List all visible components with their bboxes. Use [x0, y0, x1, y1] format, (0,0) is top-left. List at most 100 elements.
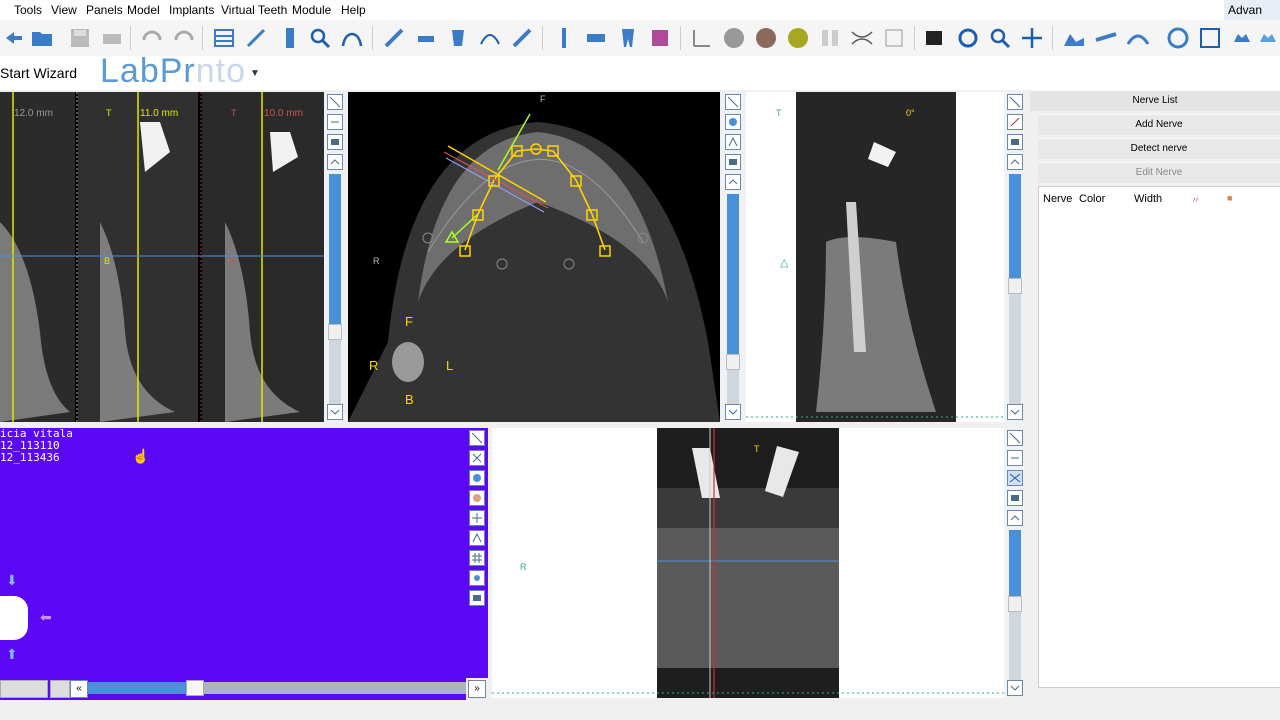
arch-curve-icon[interactable]: [338, 24, 366, 52]
arrow-left-icon[interactable]: ⬅: [40, 609, 52, 626]
slider-left-button[interactable]: «: [70, 680, 88, 698]
nerve-tool-icon[interactable]: [412, 24, 440, 52]
add-nerve-button[interactable]: Add Nerve: [1038, 114, 1280, 135]
scroll-down-icon[interactable]: [327, 404, 343, 420]
cross-section-panel[interactable]: 0° T △: [746, 92, 1004, 422]
detect-nerve-button[interactable]: Detect nerve: [1038, 138, 1280, 159]
tooth-icon[interactable]: [614, 24, 642, 52]
arrow-up-icon[interactable]: ⬆: [6, 646, 18, 663]
panels-split-icon[interactable]: [816, 24, 844, 52]
annotation-a-icon[interactable]: [720, 24, 748, 52]
scroll-up-icon[interactable]: [327, 154, 343, 170]
settings-icon[interactable]: [469, 570, 485, 586]
crosshair-icon[interactable]: [469, 510, 485, 526]
menu-panels[interactable]: Panels: [86, 3, 123, 17]
lock-icon[interactable]: ■: [1227, 193, 1232, 203]
edit-nerve-button[interactable]: Edit Nerve: [1038, 162, 1280, 183]
start-wizard-button[interactable]: Start Wizard: [0, 65, 77, 81]
face-icon[interactable]: [469, 490, 485, 506]
slider-right-button[interactable]: »: [468, 680, 486, 698]
c-tool-icon[interactable]: [752, 24, 780, 52]
pano-scrollbar[interactable]: [1008, 530, 1022, 680]
measure-icon[interactable]: [242, 24, 270, 52]
menu-module[interactable]: Module: [292, 3, 331, 17]
camera-icon[interactable]: [725, 154, 741, 170]
axes-icon[interactable]: [688, 24, 716, 52]
advanced-menu[interactable]: Advan: [1224, 0, 1280, 20]
ruler-icon[interactable]: [276, 24, 304, 52]
menu-help[interactable]: Help: [341, 3, 366, 17]
fan-tool-icon[interactable]: [1124, 24, 1152, 52]
camera-icon[interactable]: [1007, 134, 1023, 150]
rotate-icon[interactable]: [954, 24, 982, 52]
axial-scrollbar[interactable]: [726, 194, 740, 404]
ruler-view-icon[interactable]: [327, 114, 343, 130]
pen-tool-icon[interactable]: [508, 24, 536, 52]
maximize-icon[interactable]: [725, 94, 741, 110]
menu-implants[interactable]: Implants: [169, 3, 214, 17]
logo-dropdown-icon[interactable]: ▼: [250, 68, 261, 79]
scroll-up-icon[interactable]: [725, 174, 741, 190]
menu-virtual-teeth[interactable]: Virtual Teeth: [221, 3, 287, 17]
swap-icon[interactable]: [1196, 24, 1224, 52]
scroll-down-icon[interactable]: [1007, 680, 1023, 696]
globe-icon[interactable]: [469, 470, 485, 486]
menu-tools[interactable]: Tools: [14, 3, 42, 17]
s-tool-icon[interactable]: [784, 24, 812, 52]
zoom-icon[interactable]: [306, 24, 334, 52]
contrast-icon[interactable]: [920, 24, 948, 52]
histogram-icon[interactable]: [1060, 24, 1088, 52]
refresh-icon[interactable]: [1164, 24, 1192, 52]
layout-grid-icon[interactable]: [210, 24, 238, 52]
redo-icon[interactable]: [170, 24, 198, 52]
maximize-icon[interactable]: [1007, 430, 1023, 446]
implant-tool-icon[interactable]: [380, 24, 408, 52]
close-view-icon[interactable]: [469, 450, 485, 466]
panorama-mode-icon[interactable]: [1007, 470, 1023, 486]
save-icon[interactable]: [66, 24, 94, 52]
ruler-view-icon[interactable]: [1007, 450, 1023, 466]
cross-scrollbar[interactable]: [1008, 174, 1022, 404]
camera-icon[interactable]: [469, 590, 485, 606]
spline-icon[interactable]: [476, 24, 504, 52]
view-select[interactable]: [0, 680, 48, 698]
pan-icon[interactable]: [1018, 24, 1046, 52]
reset-view-button[interactable]: [50, 680, 70, 698]
tooth-add-icon[interactable]: [444, 24, 472, 52]
panoramic-panel[interactable]: T R: [492, 428, 1004, 698]
edit-icon[interactable]: [1007, 114, 1023, 130]
annotation-icon[interactable]: [469, 530, 485, 546]
maximize-icon[interactable]: [327, 94, 343, 110]
curve-compare-icon[interactable]: [848, 24, 876, 52]
camera-icon[interactable]: [327, 134, 343, 150]
tooth-view-icon[interactable]: [725, 114, 741, 130]
head-orientation-icon[interactable]: [0, 596, 28, 640]
menu-view[interactable]: View: [51, 3, 77, 17]
slope-tool-icon[interactable]: [1092, 24, 1120, 52]
scroll-down-icon[interactable]: [725, 404, 741, 420]
scroll-down-icon[interactable]: [1007, 404, 1023, 420]
annotation-icon[interactable]: [725, 134, 741, 150]
teeth-color-icon[interactable]: [646, 24, 674, 52]
axial-panel[interactable]: F R F R L B: [348, 92, 720, 422]
slice-panel[interactable]: 12.0 mm 11.0 mm 10.0 mm T T B B: [0, 92, 324, 422]
scroll-up-icon[interactable]: [1007, 154, 1023, 170]
import-icon[interactable]: [0, 24, 28, 52]
threshold-slider[interactable]: [88, 680, 466, 696]
vertical-implant-icon[interactable]: [550, 24, 578, 52]
slice-scrollbar[interactable]: [328, 174, 342, 404]
maximize-icon[interactable]: [1007, 94, 1023, 110]
3d-view-panel[interactable]: [0, 428, 466, 700]
visibility-icon[interactable]: 〃: [1191, 193, 1200, 206]
open-folder-icon[interactable]: [28, 24, 56, 52]
bridge-icon[interactable]: [582, 24, 610, 52]
edit-pencil-icon[interactable]: [880, 24, 908, 52]
zoom-in-icon[interactable]: [986, 24, 1014, 52]
undo-icon[interactable]: [138, 24, 166, 52]
arrow-down-icon[interactable]: ⬇: [6, 572, 18, 589]
camera-icon[interactable]: [1007, 490, 1023, 506]
scroll-up-icon[interactable]: [1007, 510, 1023, 526]
menu-model[interactable]: Model: [127, 3, 160, 17]
cloud-icon[interactable]: [1254, 24, 1280, 52]
grid-icon[interactable]: [469, 550, 485, 566]
